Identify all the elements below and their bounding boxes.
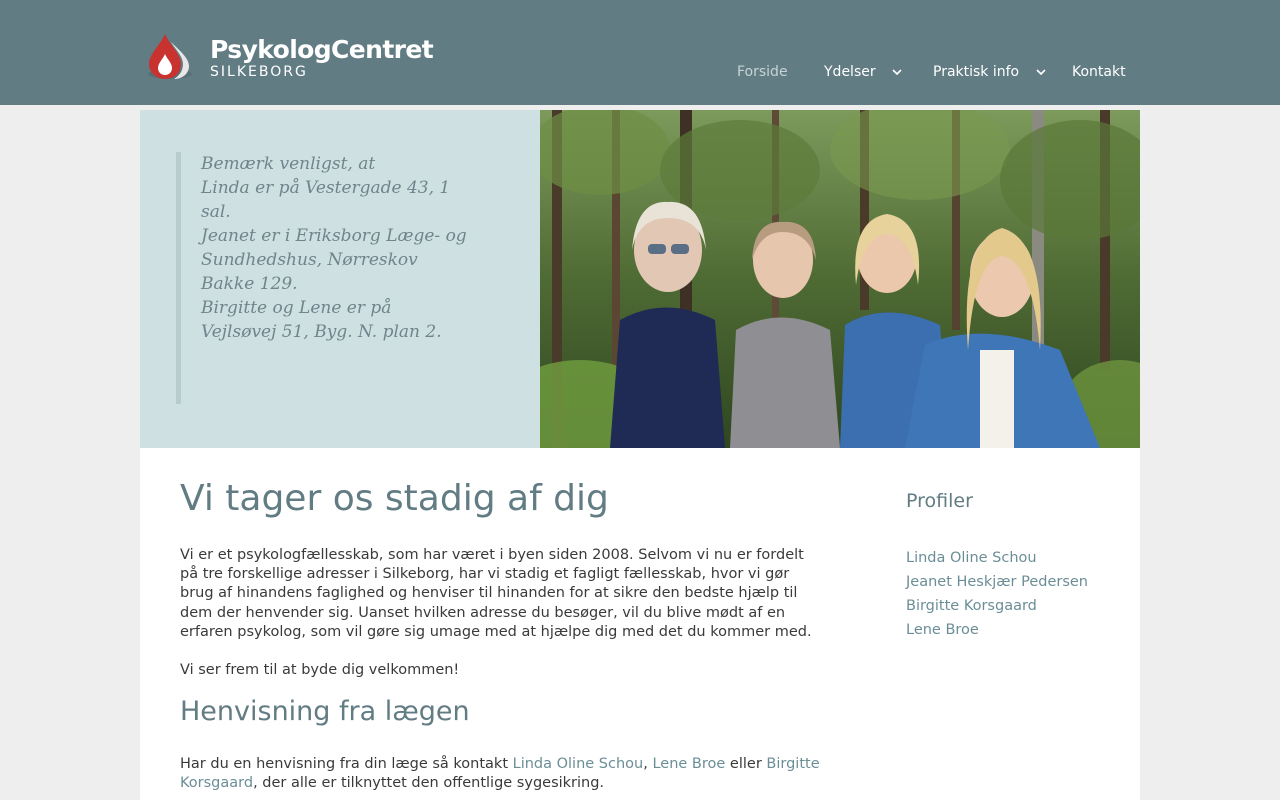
logo-subtitle: SILKEBORG: [210, 64, 308, 80]
notice-line: Bemærk venligst, at: [201, 154, 376, 174]
list-item: Jeanet Heskjær Pedersen: [906, 570, 1088, 594]
address-notice-panel: Bemærk venligst, at Linda er på Vesterga…: [140, 110, 540, 448]
notice-line: Vejlsøvej 51, Byg. N. plan 2.: [201, 322, 442, 342]
nav-praktisk-info[interactable]: Praktisk info: [933, 64, 1046, 80]
notice-line: Birgitte og Lene er på: [201, 298, 392, 318]
chevron-down-icon: [1036, 68, 1046, 75]
referral-heading: Henvisning fra lægen: [180, 696, 470, 727]
address-notice: Bemærk venligst, at Linda er på Vesterga…: [176, 152, 471, 404]
site-header: PsykologCentret SILKEBORG Forside Ydelse…: [0, 0, 1280, 105]
list-item: Lene Broe: [906, 618, 1088, 642]
welcome-paragraph: Vi ser frem til at byde dig velkommen!: [180, 662, 460, 678]
logo-title: PsykologCentret: [210, 35, 434, 64]
referral-text: Har du en henvisning fra din læge så kon…: [180, 756, 513, 772]
team-photo: [540, 110, 1140, 448]
notice-line: Sundhedshus, Nørreskov: [201, 250, 418, 270]
nav-forside[interactable]: Forside: [737, 64, 788, 80]
profiles-list: Linda Oline Schou Jeanet Heskjær Pederse…: [906, 546, 1088, 642]
link-linda-oline-schou[interactable]: Linda Oline Schou: [513, 756, 644, 772]
profile-link[interactable]: Lene Broe: [906, 622, 979, 638]
referral-paragraph: Har du en henvisning fra din læge så kon…: [180, 755, 820, 793]
notice-line: Jeanet er i Eriksborg Læge- og: [201, 226, 467, 246]
profile-link[interactable]: Birgitte Korsgaard: [906, 598, 1037, 614]
main-content: Vi tager os stadig af dig Vi er et psyko…: [140, 448, 1140, 800]
team-photo-illustration: [540, 110, 1140, 448]
link-lene-broe[interactable]: Lene Broe: [652, 756, 725, 772]
nav-praktisk-info-label: Praktisk info: [933, 64, 1020, 80]
list-item: Birgitte Korsgaard: [906, 594, 1088, 618]
page-title: Vi tager os stadig af dig: [180, 478, 609, 519]
profiles-heading: Profiler: [906, 490, 973, 512]
nav-forside-label: Forside: [737, 64, 788, 80]
nav-kontakt-label: Kontakt: [1072, 64, 1126, 80]
notice-line: Bakke 129.: [201, 274, 298, 294]
notice-line: sal.: [201, 202, 231, 222]
drop-logo-icon: [148, 34, 192, 79]
referral-text-end: , der alle er tilknyttet den offentlige …: [253, 775, 605, 792]
profile-link[interactable]: Jeanet Heskjær Pedersen: [906, 574, 1088, 590]
notice-line: Linda er på Vestergade 43, 1: [201, 178, 451, 198]
nav-ydelser-label: Ydelser: [824, 64, 876, 80]
profile-link[interactable]: Linda Oline Schou: [906, 550, 1037, 566]
nav-ydelser[interactable]: Ydelser: [824, 64, 902, 80]
chevron-down-icon: [892, 68, 902, 75]
nav-kontakt[interactable]: Kontakt: [1072, 64, 1126, 80]
intro-paragraph: Vi er et psykologfællesskab, som har vær…: [180, 547, 812, 640]
site-logo[interactable]: PsykologCentret SILKEBORG: [143, 30, 434, 82]
list-item: Linda Oline Schou: [906, 546, 1088, 570]
referral-separator: eller: [725, 756, 767, 772]
